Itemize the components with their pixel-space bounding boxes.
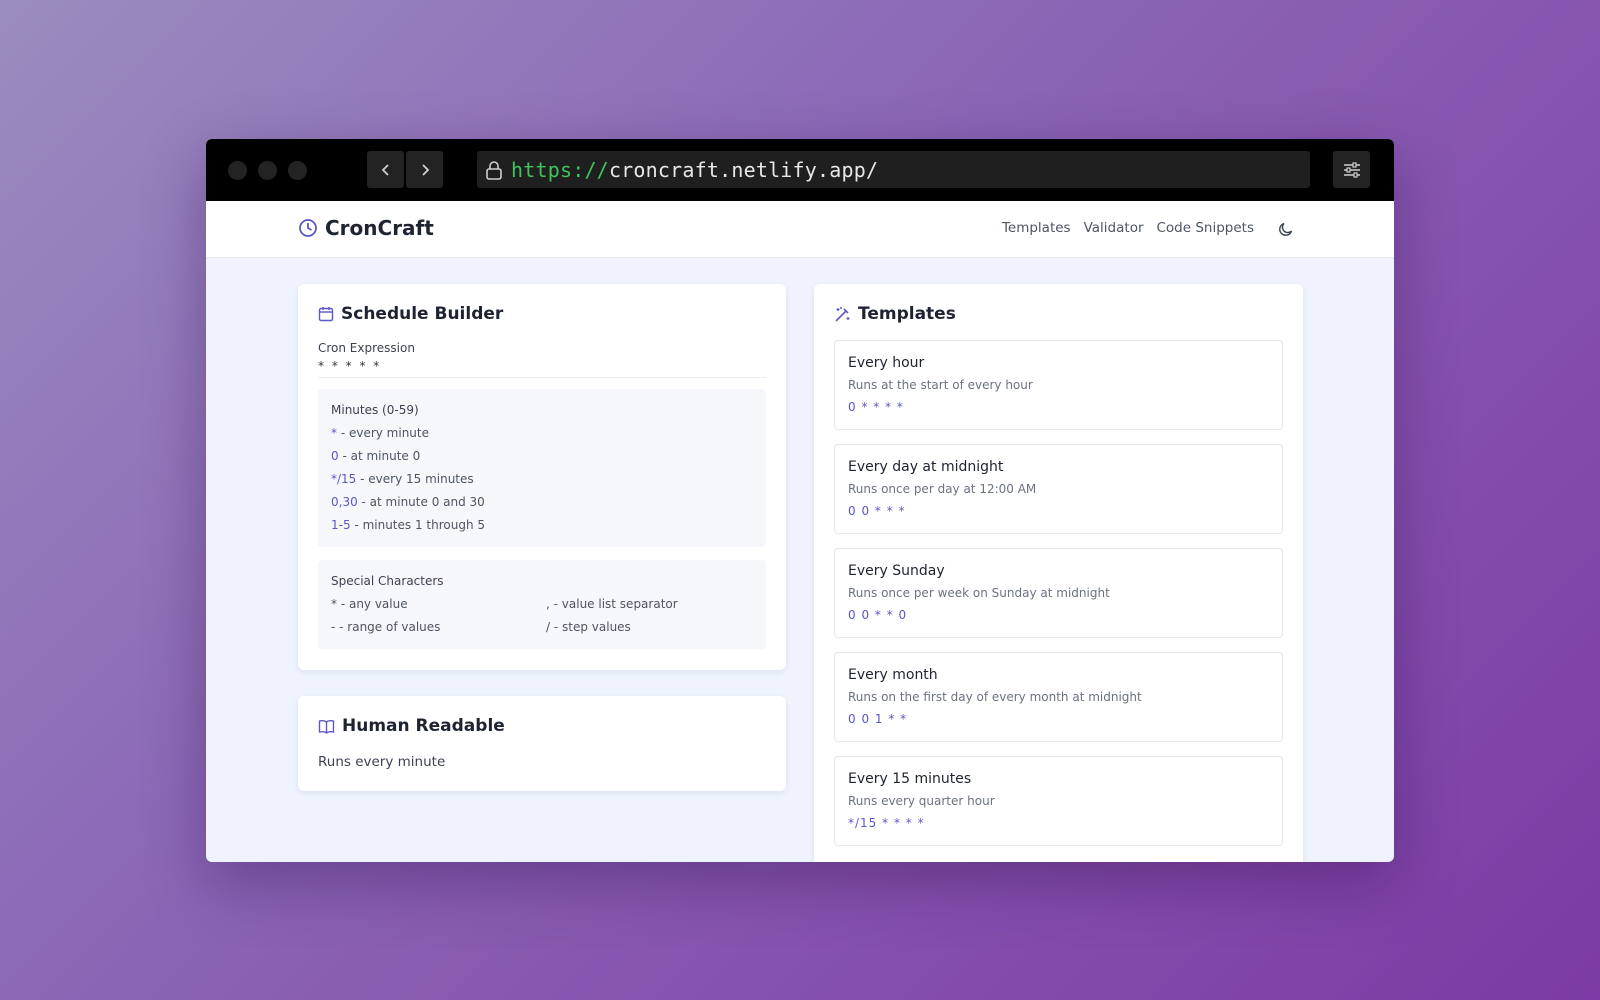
templates-card: Templates Every hour Runs at the start o… [814, 284, 1303, 862]
cron-expression-value[interactable]: * * * * * [318, 359, 381, 373]
window-minimize-dot[interactable] [258, 161, 277, 180]
template-item[interactable]: Every month Runs on the first day of eve… [834, 652, 1283, 742]
human-readable-text: Runs every minute [318, 754, 446, 770]
template-description: Runs once per day at 12:00 AM [848, 482, 1037, 496]
minutes-row[interactable]: 0,30 - at minute 0 and 30 [331, 495, 485, 509]
minutes-text: - minutes 1 through 5 [350, 518, 486, 532]
template-expression: 0 * * * * [848, 400, 904, 414]
browser-window: https://croncraft.netlify.app/ CronCraft… [206, 139, 1394, 862]
template-expression: 0 0 * * 0 [848, 608, 908, 622]
lock-icon [486, 160, 502, 180]
minutes-code: 1-5 [331, 518, 351, 532]
url-text: https://croncraft.netlify.app/ [511, 158, 878, 182]
schedule-builder-title: Schedule Builder [341, 304, 504, 324]
url-protocol: https:// [511, 157, 609, 182]
chevron-right-icon [421, 163, 429, 176]
template-name: Every 15 minutes [848, 771, 972, 787]
template-expression: */15 * * * * [848, 816, 925, 830]
minutes-row[interactable]: 1-5 - minutes 1 through 5 [331, 518, 485, 532]
template-name: Every day at midnight [848, 459, 1004, 475]
nav-code-snippets[interactable]: Code Snippets [1157, 220, 1255, 236]
special-char-item: - - range of values [331, 620, 441, 634]
template-description: Runs on the first day of every month at … [848, 690, 1142, 704]
human-readable-heading: Human Readable [318, 716, 505, 736]
minutes-code: 0 [331, 449, 339, 463]
brand-logo[interactable]: CronCraft [298, 216, 434, 240]
url-host: croncraft.netlify.app/ [608, 157, 879, 182]
template-description: Runs every quarter hour [848, 794, 995, 808]
special-characters-title: Special Characters [331, 574, 444, 588]
template-description: Runs at the start of every hour [848, 378, 1033, 392]
clock-icon [299, 219, 317, 237]
minutes-panel: Minutes (0-59) * - every minute 0 - at m… [318, 389, 766, 547]
special-char-item: / - step values [546, 620, 631, 634]
chevron-left-icon [381, 163, 389, 176]
template-name: Every hour [848, 355, 925, 371]
minutes-text: - every 15 minutes [356, 472, 474, 486]
moon-icon [1279, 222, 1293, 236]
schedule-builder-card: Schedule Builder Cron Expression * * * *… [298, 284, 786, 670]
template-expression: 0 0 1 * * [848, 712, 908, 726]
window-close-dot[interactable] [228, 161, 247, 180]
address-bar[interactable]: https://croncraft.netlify.app/ [477, 151, 1310, 188]
app-header: CronCraft Templates Validator Code Snipp… [206, 201, 1394, 258]
minutes-text: - at minute 0 and 30 [357, 495, 485, 509]
template-item[interactable]: Every day at midnight Runs once per day … [834, 444, 1283, 534]
human-readable-title: Human Readable [342, 716, 505, 736]
minutes-code: 0,30 [331, 495, 358, 509]
template-item[interactable]: Every hour Runs at the start of every ho… [834, 340, 1283, 430]
template-item[interactable]: Every 15 minutes Runs every quarter hour… [834, 756, 1283, 846]
minutes-row[interactable]: * - every minute [331, 426, 429, 440]
minutes-row[interactable]: */15 - every 15 minutes [331, 472, 474, 486]
sliders-icon [1343, 161, 1360, 178]
settings-button[interactable] [1333, 151, 1370, 188]
special-char-item: , - value list separator [546, 597, 678, 611]
human-readable-card: Human Readable Runs every minute [298, 696, 786, 791]
brand-name: CronCraft [325, 216, 434, 240]
calendar-icon [318, 307, 334, 322]
nav-validator[interactable]: Validator [1084, 220, 1144, 236]
minutes-code: */15 [331, 472, 357, 486]
templates-title: Templates [858, 304, 956, 324]
schedule-builder-heading: Schedule Builder [318, 304, 503, 324]
cron-expression-label: Cron Expression [318, 341, 415, 355]
template-item[interactable]: Every Sunday Runs once per week on Sunda… [834, 548, 1283, 638]
minutes-text: - at minute 0 [338, 449, 421, 463]
minutes-text: - every minute [337, 426, 429, 440]
template-expression: 0 0 * * * [848, 504, 906, 518]
template-description: Runs once per week on Sunday at midnight [848, 586, 1110, 600]
minutes-row[interactable]: 0 - at minute 0 [331, 449, 420, 463]
top-nav: Templates Validator Code Snippets [989, 220, 1254, 236]
open-book-icon [318, 719, 335, 734]
window-maximize-dot[interactable] [288, 161, 307, 180]
templates-heading: Templates [834, 304, 956, 324]
nav-templates[interactable]: Templates [1002, 220, 1071, 236]
theme-toggle[interactable] [1278, 221, 1294, 241]
minutes-title: Minutes (0-59) [331, 403, 419, 417]
divider [318, 377, 766, 378]
browser-toolbar: https://croncraft.netlify.app/ [206, 139, 1394, 201]
special-char-item: * - any value [331, 597, 408, 611]
template-name: Every month [848, 667, 938, 683]
template-name: Every Sunday [848, 563, 945, 579]
forward-button[interactable] [406, 151, 443, 188]
special-characters-panel: Special Characters * - any value , - val… [318, 560, 766, 649]
back-button[interactable] [367, 151, 404, 188]
magic-wand-icon [835, 306, 850, 322]
